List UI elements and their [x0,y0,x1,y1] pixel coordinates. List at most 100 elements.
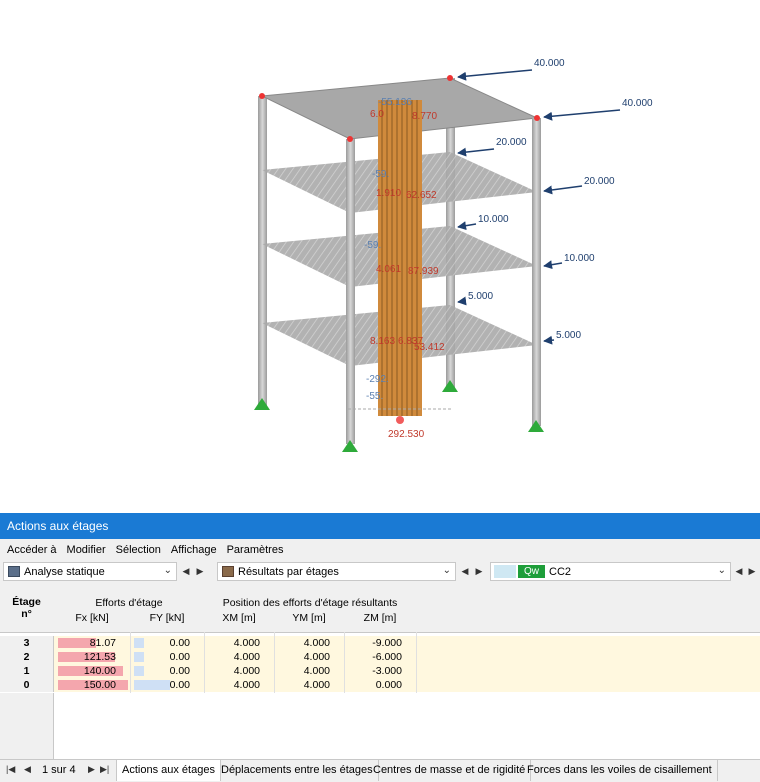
table-row[interactable]: 2 121.53 0.00 4.000 4.000 -6.000 [0,650,760,664]
next-analysis-button[interactable]: ▶ [194,562,206,581]
tab-storey-actions[interactable]: Actions aux étages [116,760,221,781]
load-case-color [494,565,516,578]
result-label: 8.770 [412,111,437,122]
prev-results-button[interactable]: ◀ [459,562,471,581]
storey-cell: 1 [0,664,54,678]
col-xm[interactable]: XM [m] [204,612,274,624]
support-icon [442,380,458,392]
result-label: -55. [366,391,383,402]
fy-value: 0.00 [169,679,190,691]
xm-value: 4.000 [233,665,260,677]
result-label: -55.136 [378,97,412,108]
result-label: 62.652 [406,190,437,201]
col-storey-sub: n° [21,608,32,620]
analysis-select[interactable]: Analyse statique ⌄ [3,562,177,581]
result-label: 53.412 [414,342,445,353]
column-divider [416,632,417,693]
col-fy[interactable]: FY [kN] [130,612,204,624]
table-row[interactable]: 0 150.00 0.00 4.000 4.000 0.000 [0,678,760,692]
col-fx[interactable]: Fx [kN] [54,612,130,624]
result-label: -59. [364,240,381,251]
ym-value: 4.000 [303,637,330,649]
first-page-button[interactable]: |◀ [6,764,15,775]
ym-cell[interactable]: 4.000 [274,650,344,664]
tab-shear-wall-forces[interactable]: Forces dans les voiles de cisaillement [522,760,718,781]
next-page-button[interactable]: ▶ [88,764,95,775]
table-header: Étage n° Efforts d'étage Position des ef… [0,592,760,633]
table-row[interactable]: 3 81.07 0.00 4.000 4.000 -9.000 [0,636,760,650]
prev-page-button[interactable]: ◀ [24,764,31,775]
fy-cell[interactable]: 0.00 [130,650,204,664]
load-type-badge: Qw [518,565,545,578]
column-front [346,139,355,444]
tab-mass-rigidity-centres[interactable]: Centres de masse et de rigidité [368,760,532,781]
xm-cell[interactable]: 4.000 [204,678,274,692]
fx-value: 81.07 [89,637,116,649]
result-label: 6.0 [370,109,384,120]
load-label: 20.000 [584,176,615,187]
model-viewport[interactable]: 40.000 40.000 20.000 20.000 10.000 10.00… [0,0,760,513]
load-label: 5.000 [468,291,493,302]
table-row[interactable]: 1 140.00 0.00 4.000 4.000 -3.000 [0,664,760,678]
column-divider [344,632,345,693]
fx-value: 150.00 [83,679,116,691]
fx-value: 140.00 [83,665,116,677]
xm-value: 4.000 [233,679,260,691]
result-label: 8.163 [370,336,395,347]
prev-analysis-button[interactable]: ◀ [180,562,192,581]
fy-value: 0.00 [169,665,190,677]
last-page-button[interactable]: ▶| [100,764,109,775]
results-select[interactable]: Résultats par étages ⌄ [217,562,456,581]
support-icon [342,440,358,452]
page-indicator: 1 sur 4 [42,764,76,776]
col-ym[interactable]: YM [m] [274,612,344,624]
next-results-button[interactable]: ▶ [473,562,485,581]
fy-cell[interactable]: 0.00 [130,636,204,650]
results-table: Étage n° Efforts d'étage Position des ef… [0,592,760,759]
ym-cell[interactable]: 4.000 [274,664,344,678]
chevron-down-icon: ⌄ [717,565,726,576]
fy-bar [134,680,170,690]
prev-load-case-button[interactable]: ◀ [733,562,745,581]
result-label: -292. [366,374,389,385]
fx-cell[interactable]: 150.00 [54,678,130,692]
menu-item-settings[interactable]: Paramètres [222,541,289,559]
fx-cell[interactable]: 121.53 [54,650,130,664]
row-header-filler [0,693,54,759]
support-icon [528,420,544,432]
zm-cell[interactable]: -6.000 [344,650,416,664]
load-case-select[interactable]: Qw CC2 ⌄ [490,562,731,581]
zm-cell[interactable]: 0.000 [344,678,416,692]
xm-cell[interactable]: 4.000 [204,650,274,664]
results-panel: Actions aux étages Accéder à Modifier Sé… [0,513,760,782]
ym-cell[interactable]: 4.000 [274,678,344,692]
fx-cell[interactable]: 81.07 [54,636,130,650]
fy-bar [134,638,144,648]
zm-cell[interactable]: -9.000 [344,636,416,650]
toolbar: Analyse statique ⌄ ◀ ▶ Résultats par éta… [0,561,760,583]
fy-cell[interactable]: 0.00 [130,664,204,678]
ym-value: 4.000 [303,651,330,663]
ym-cell[interactable]: 4.000 [274,636,344,650]
zm-value: -9.000 [372,637,402,649]
col-zm[interactable]: ZM [m] [344,612,416,624]
menu-item-view[interactable]: Affichage [166,541,222,559]
xm-cell[interactable]: 4.000 [204,664,274,678]
next-load-case-button[interactable]: ▶ [746,562,758,581]
zm-cell[interactable]: -3.000 [344,664,416,678]
tab-interstorey-drift[interactable]: Déplacements entre les étages [216,760,379,781]
load-label: 40.000 [534,58,565,69]
support-icon [254,398,270,410]
menu-bar: Accéder à Modifier Sélection Affichage P… [0,541,760,559]
menu-item-edit[interactable]: Modifier [62,541,111,559]
fy-value: 0.00 [169,637,190,649]
menu-item-goto[interactable]: Accéder à [2,541,62,559]
panel-title: Actions aux étages [0,513,760,539]
fy-cell[interactable]: 0.00 [130,678,204,692]
fx-cell[interactable]: 140.00 [54,664,130,678]
storey-cell: 0 [0,678,54,692]
result-label: 1.910 [376,188,401,199]
xm-cell[interactable]: 4.000 [204,636,274,650]
result-label: 87.939 [408,266,439,277]
menu-item-selection[interactable]: Sélection [111,541,166,559]
